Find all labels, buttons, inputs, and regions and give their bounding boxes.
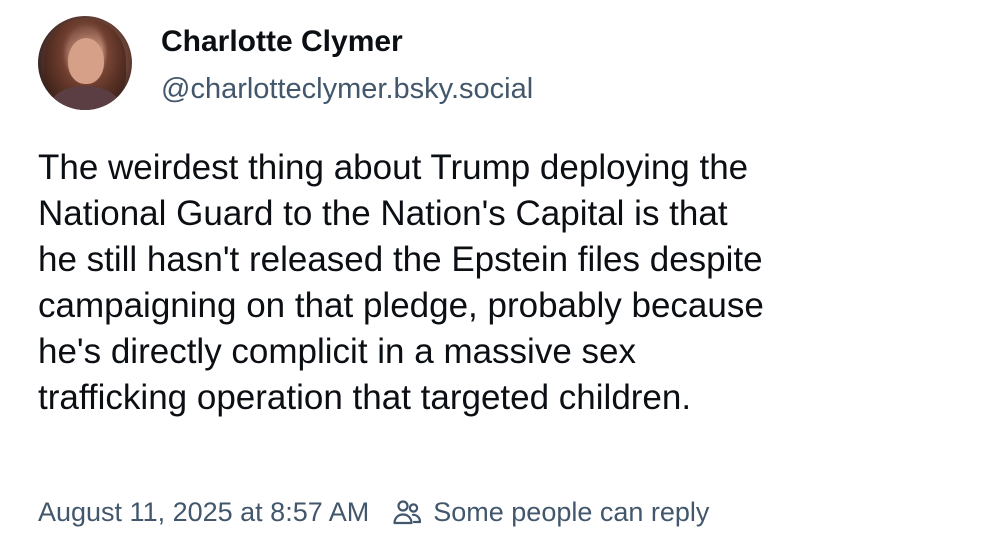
post-text-line: campaigning on that pledge, probably bec… [38, 286, 764, 325]
post-text-line: The weirdest thing about Trump deploying… [38, 148, 749, 187]
post-timestamp[interactable]: August 11, 2025 at 8:57 AM [38, 497, 369, 528]
post-text: The weirdest thing about Trump deploying… [38, 145, 988, 421]
post-card: Charlotte Clymer @charlotteclymer.bsky.s… [0, 0, 1000, 545]
author-display-name[interactable]: Charlotte Clymer [161, 24, 403, 60]
post-text-line: National Guard to the Nation's Capital i… [38, 194, 728, 233]
post-text-line: trafficking operation that targeted chil… [38, 378, 692, 417]
reply-setting-label[interactable]: Some people can reply [433, 497, 709, 528]
avatar-face [68, 38, 104, 84]
post-meta: August 11, 2025 at 8:57 AM Some people c… [38, 492, 709, 532]
post-text-line: he's directly complicit in a massive sex [38, 332, 636, 371]
post-text-line: he still hasn't released the Epstein fil… [38, 240, 763, 279]
people-icon [393, 500, 422, 525]
author-handle[interactable]: @charlotteclymer.bsky.social [161, 71, 533, 107]
author-avatar[interactable] [38, 16, 132, 110]
